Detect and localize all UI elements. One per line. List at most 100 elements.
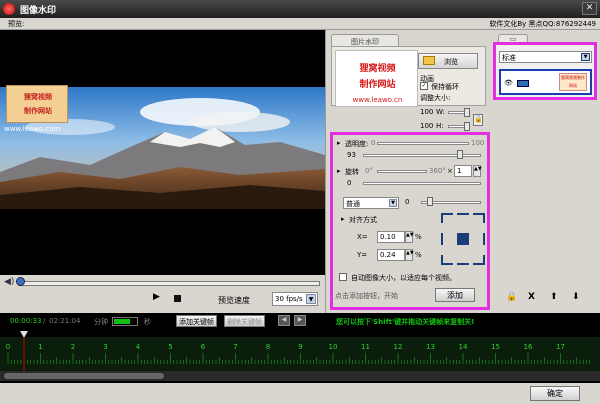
opacity-slider[interactable] [377, 142, 469, 145]
volume-icon[interactable]: ◀) [4, 277, 14, 287]
preset-select[interactable]: 标准 ▼ [499, 51, 592, 63]
add-hint: 点击添加按钮，开始 [335, 292, 398, 300]
y-input[interactable]: 0.24 [377, 249, 405, 261]
speed-value: 30 fps/s [275, 295, 303, 303]
video-watermark-url: www.leawo.com [4, 125, 61, 133]
ruler-label: 3 [103, 343, 107, 351]
opacity-value: 93 [347, 151, 356, 159]
timeline-ruler[interactable]: 0 1 2 3 4 5 6 7 8 9 10 11 12 13 14 15 16 17 [0, 329, 600, 371]
align-top-center[interactable] [457, 213, 469, 223]
add-keyframe-button[interactable]: 添加关键帧 [176, 315, 217, 327]
logo-url: www.leawo.cn [352, 96, 403, 104]
next-keyframe-button[interactable]: ▶ [294, 315, 306, 326]
tab-image-watermark[interactable]: 图片水印 [331, 34, 399, 46]
add-button[interactable]: 添加 [435, 288, 475, 302]
list-item-thumbnail: 狸窝视频制作网站 [559, 73, 587, 91]
prev-keyframe-button[interactable]: ◀ [278, 315, 290, 326]
image-watermark-box: 狸窝视频 制作网站 www.leawo.cn 浏览 动画 ✓ 保持循环 调整大小… [331, 46, 486, 107]
width-slider-handle[interactable] [464, 108, 470, 117]
blend-mode-select[interactable]: 普通 ▼ [343, 197, 399, 209]
browse-button[interactable]: 浏览 [418, 53, 478, 69]
rotation-slider-2[interactable] [363, 182, 481, 185]
rotation-slider[interactable] [377, 170, 427, 173]
rotation-x: × [447, 167, 453, 175]
loop-checkbox[interactable]: ✓ [420, 82, 428, 90]
preview-label: 预览: [8, 20, 25, 28]
ruler-label: 8 [266, 343, 270, 351]
speed-select[interactable]: 30 fps/s ▼ [272, 292, 318, 306]
ruler-label: 17 [556, 343, 565, 351]
align-bottom-left[interactable] [441, 255, 453, 265]
ruler-label: 7 [233, 343, 237, 351]
rotation-step-input[interactable]: 1 [454, 165, 472, 177]
rotation-label: 旋转 [345, 168, 359, 176]
stop-button[interactable] [174, 295, 181, 302]
opacity-expand-icon[interactable]: ▸ [337, 139, 341, 147]
opacity-min: 0 [371, 139, 376, 147]
align-middle-right[interactable] [473, 233, 485, 245]
watermark-adjust-box: ▸ 透明度: 0 100 93 ▸ 旋转 0° 360° × 1 ▲▼ 0 普通… [330, 132, 490, 310]
rotation-value: 0 [347, 179, 352, 187]
play-button[interactable]: ▶ [153, 292, 160, 302]
chevron-down-icon[interactable]: ▼ [581, 53, 590, 61]
y-label: Y= [357, 251, 368, 259]
timeline-scrollbar[interactable] [0, 371, 600, 381]
rotation-expand-icon[interactable]: ▸ [337, 167, 341, 175]
x-input[interactable]: 0.10 [377, 231, 405, 243]
timeline-scroll-thumb[interactable] [4, 373, 164, 379]
browse-label: 浏览 [444, 58, 458, 66]
align-center[interactable] [457, 233, 469, 245]
align-expand-icon[interactable]: ▸ [341, 215, 345, 223]
preset-value: 标准 [502, 54, 516, 62]
minute-label: 分钟 [94, 318, 108, 326]
delete-keyframe-button[interactable]: 删除关键帧 [224, 315, 265, 327]
align-top-right[interactable] [473, 213, 485, 223]
chevron-down-icon[interactable]: ▼ [389, 199, 397, 207]
auto-size-checkbox[interactable] [339, 273, 347, 281]
auto-size-label: 自动图像大小，以适应每个视频。 [351, 274, 456, 282]
align-bottom-right[interactable] [473, 255, 485, 265]
align-middle-left[interactable] [441, 233, 453, 245]
rotation-spinner[interactable]: ▲▼ [473, 165, 482, 177]
delete-button[interactable]: X [528, 292, 535, 302]
second-label: 秒 [144, 318, 151, 326]
current-time: 00:00:33 [10, 317, 42, 325]
logo-line2: 制作网站 [359, 80, 396, 90]
lock-icon[interactable]: 🔒 [473, 114, 483, 126]
title-bar: 图像水印 ✕ [0, 0, 600, 18]
seek-bar[interactable] [18, 281, 320, 286]
speed-label: 预览速度 [218, 296, 250, 305]
seek-handle[interactable] [16, 277, 25, 286]
opacity-handle[interactable] [457, 150, 463, 159]
alignment-grid[interactable] [441, 213, 485, 267]
playhead-icon[interactable] [20, 331, 28, 338]
video-preview: 狸窝视频 制作网站 www.leawo.com [0, 30, 325, 275]
close-button[interactable]: ✕ [582, 2, 597, 15]
chevron-down-icon[interactable]: ▼ [306, 294, 316, 304]
ruler-label: 4 [136, 343, 141, 351]
blend-handle[interactable] [427, 197, 433, 206]
move-down-button[interactable]: ⬇ [572, 292, 580, 302]
ruler-label: 2 [71, 343, 75, 351]
video-watermark: 狸窝视频 制作网站 [6, 85, 68, 123]
align-top-left[interactable] [441, 213, 453, 223]
resize-label: 调整大小: [420, 94, 451, 102]
x-spinner[interactable]: ▲▼ [405, 231, 414, 243]
height-slider-handle[interactable] [464, 122, 470, 131]
ruler-label: 15 [491, 343, 500, 351]
app-icon [3, 3, 15, 15]
blend-value: 0 [405, 198, 410, 206]
opacity-max: 100 [471, 139, 485, 147]
align-bottom-center[interactable] [457, 255, 469, 265]
ok-button[interactable]: 确定 [530, 386, 580, 401]
watermark-list-item[interactable]: 👁 狸窝视频制作网站 [499, 69, 592, 95]
folder-icon [423, 56, 435, 65]
lock-button[interactable]: 🔒 [506, 292, 517, 302]
opacity-slider-2[interactable] [363, 154, 481, 157]
align-label: 对齐方式 [349, 216, 377, 224]
eye-icon[interactable]: 👁 [504, 79, 513, 87]
y-spinner[interactable]: ▲▼ [405, 249, 414, 261]
ruler-label: 14 [459, 343, 468, 351]
zoom-slider[interactable] [112, 317, 138, 326]
move-up-button[interactable]: ⬆ [550, 292, 558, 302]
